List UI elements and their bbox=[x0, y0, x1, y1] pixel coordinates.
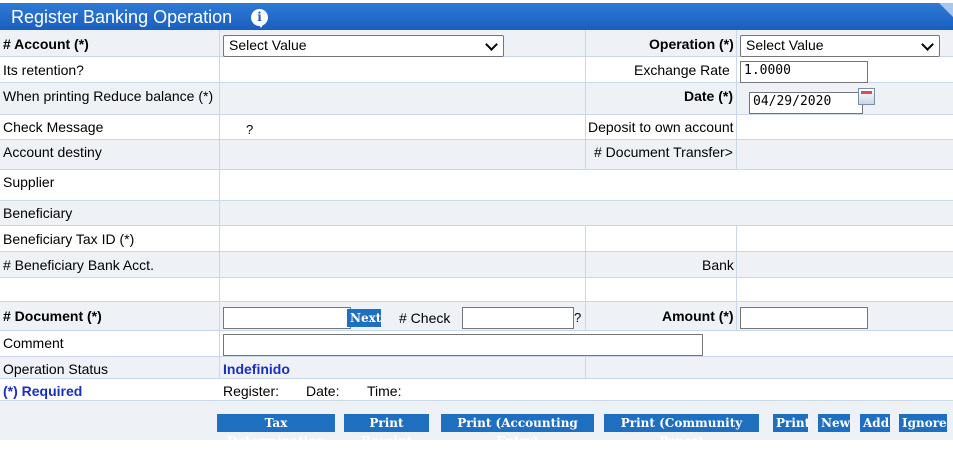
chevron-down-icon bbox=[485, 38, 498, 51]
print-community-paper-button[interactable]: Print (Community Paper) bbox=[604, 414, 759, 448]
grid-line bbox=[219, 30, 220, 379]
amount-input[interactable] bbox=[740, 307, 868, 329]
beneficiary-label: Beneficiary bbox=[3, 205, 73, 221]
print-button[interactable]: Print bbox=[773, 414, 810, 432]
beneficiary-bank-label: # Beneficiary Bank Acct. bbox=[3, 257, 154, 273]
corner-fold-icon bbox=[939, 3, 953, 17]
grid-line bbox=[585, 357, 586, 379]
row-tax-id bbox=[0, 226, 953, 252]
account-label: # Account (*) bbox=[3, 36, 89, 52]
time-label: Time: bbox=[367, 383, 402, 399]
doc-transfer-label: # Document Transfer> bbox=[594, 144, 733, 160]
beneficiary-tax-label: Beneficiary Tax ID (*) bbox=[3, 231, 135, 247]
check-label: # Check bbox=[399, 310, 451, 326]
bank-label: Bank bbox=[702, 257, 734, 273]
exchange-rate-label: Exchange Rate bbox=[634, 62, 730, 78]
check-message-label: Check Message bbox=[3, 119, 104, 135]
row-beneficiary bbox=[0, 201, 953, 226]
grid-line bbox=[585, 226, 586, 331]
row-required bbox=[0, 379, 953, 401]
row-status bbox=[0, 357, 953, 379]
comment-label: Comment bbox=[3, 335, 64, 351]
title-bar: Register Banking Operation i bbox=[0, 3, 953, 30]
row-empty bbox=[0, 278, 953, 302]
operation-label: Operation (*) bbox=[649, 36, 734, 52]
exchange-rate-input[interactable]: 1.0000 bbox=[740, 61, 868, 83]
window-title: Register Banking Operation bbox=[11, 7, 233, 27]
status-value: Indefinido bbox=[223, 361, 290, 377]
check-help[interactable]: ? bbox=[574, 310, 581, 325]
tax-determination-button[interactable]: Tax Determination bbox=[217, 414, 335, 448]
date-label: Date (*) bbox=[684, 88, 734, 104]
add-button[interactable]: Add bbox=[860, 414, 890, 432]
print-accounting-entry-button[interactable]: Print (Accounting Entry) bbox=[441, 414, 594, 448]
document-label: # Document (*) bbox=[3, 308, 102, 324]
check-message-help[interactable]: ? bbox=[246, 122, 253, 137]
next-button[interactable]: Next bbox=[347, 309, 381, 327]
supplier-label: Supplier bbox=[3, 174, 55, 190]
amount-label: Amount (*) bbox=[662, 308, 734, 324]
account-destiny-label: Account destiny bbox=[3, 144, 102, 160]
document-input[interactable] bbox=[223, 307, 351, 329]
deposit-label: Deposit to own account bbox=[588, 119, 734, 135]
chevron-down-icon bbox=[921, 38, 934, 51]
account-select-value: Select Value bbox=[229, 37, 307, 53]
info-icon[interactable]: i bbox=[251, 9, 268, 28]
register-label: Register: bbox=[223, 383, 280, 399]
calendar-icon[interactable] bbox=[858, 88, 875, 105]
check-input[interactable] bbox=[462, 307, 574, 329]
retention-label: Its retention? bbox=[3, 62, 84, 78]
grid-line bbox=[585, 30, 586, 170]
row-account-destiny bbox=[0, 140, 953, 170]
date-info-label: Date: bbox=[306, 383, 340, 399]
ignore-button[interactable]: Ignore bbox=[899, 414, 947, 432]
new-button[interactable]: New bbox=[818, 414, 850, 432]
row-check-message bbox=[0, 115, 953, 140]
comment-input[interactable] bbox=[223, 334, 703, 356]
print-receipt-button[interactable]: Print Receipt bbox=[344, 414, 429, 448]
grid-line bbox=[736, 226, 737, 331]
operation-select[interactable]: Select Value bbox=[740, 35, 940, 57]
grid-line bbox=[736, 30, 737, 170]
required-note: (*) Required bbox=[3, 383, 83, 399]
reduce-balance-label: When printing Reduce balance (*) bbox=[3, 88, 214, 104]
account-select[interactable]: Select Value bbox=[223, 35, 504, 57]
row-supplier bbox=[0, 170, 953, 201]
operation-select-value: Select Value bbox=[746, 37, 824, 53]
date-input[interactable]: 04/29/2020 bbox=[749, 92, 863, 114]
status-label: Operation Status bbox=[3, 361, 109, 377]
